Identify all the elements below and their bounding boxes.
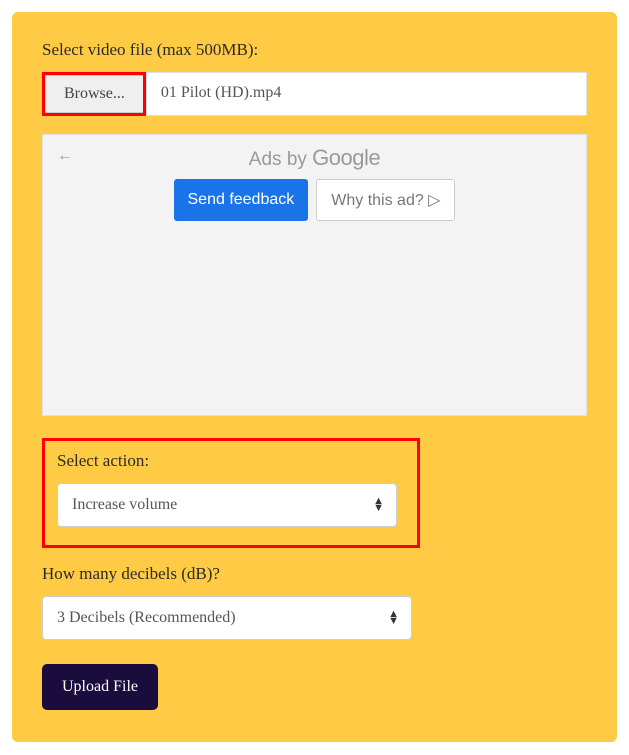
upload-file-button[interactable]: Upload File [42,664,158,710]
decibel-select-value: 3 Decibels (Recommended) [43,597,411,639]
back-arrow-icon[interactable]: ← [57,147,73,165]
decibel-label: How many decibels (dB)? [42,564,587,584]
file-select-label: Select video file (max 500MB): [42,40,587,60]
browse-button[interactable]: Browse... [45,75,143,113]
action-highlight: Select action: Increase volume ▲▼ [42,438,420,548]
action-select-value: Increase volume [58,484,396,526]
decibel-select[interactable]: 3 Decibels (Recommended) ▲▼ [42,596,412,640]
browse-highlight: Browse... [42,72,146,116]
send-feedback-button[interactable]: Send feedback [174,179,309,221]
ad-button-row: Send feedback Why this ad? ▷ [53,179,576,221]
decibel-section: How many decibels (dB)? 3 Decibels (Reco… [42,564,587,640]
form-card: Select video file (max 500MB): Browse...… [12,12,617,742]
file-input-row: Browse... 01 Pilot (HD).mp4 [42,72,587,116]
why-this-ad-button[interactable]: Why this ad? ▷ [316,179,455,221]
action-select[interactable]: Increase volume ▲▼ [57,483,397,527]
ad-title: Ads by Google [249,145,380,171]
file-name-display[interactable]: 01 Pilot (HD).mp4 [146,72,587,116]
action-label: Select action: [57,451,405,471]
google-logo: Google [312,145,380,170]
ad-header: ← Ads by Google [53,145,576,171]
ad-container: ← Ads by Google Send feedback Why this a… [42,134,587,416]
ads-by-text: Ads by [249,149,312,170]
